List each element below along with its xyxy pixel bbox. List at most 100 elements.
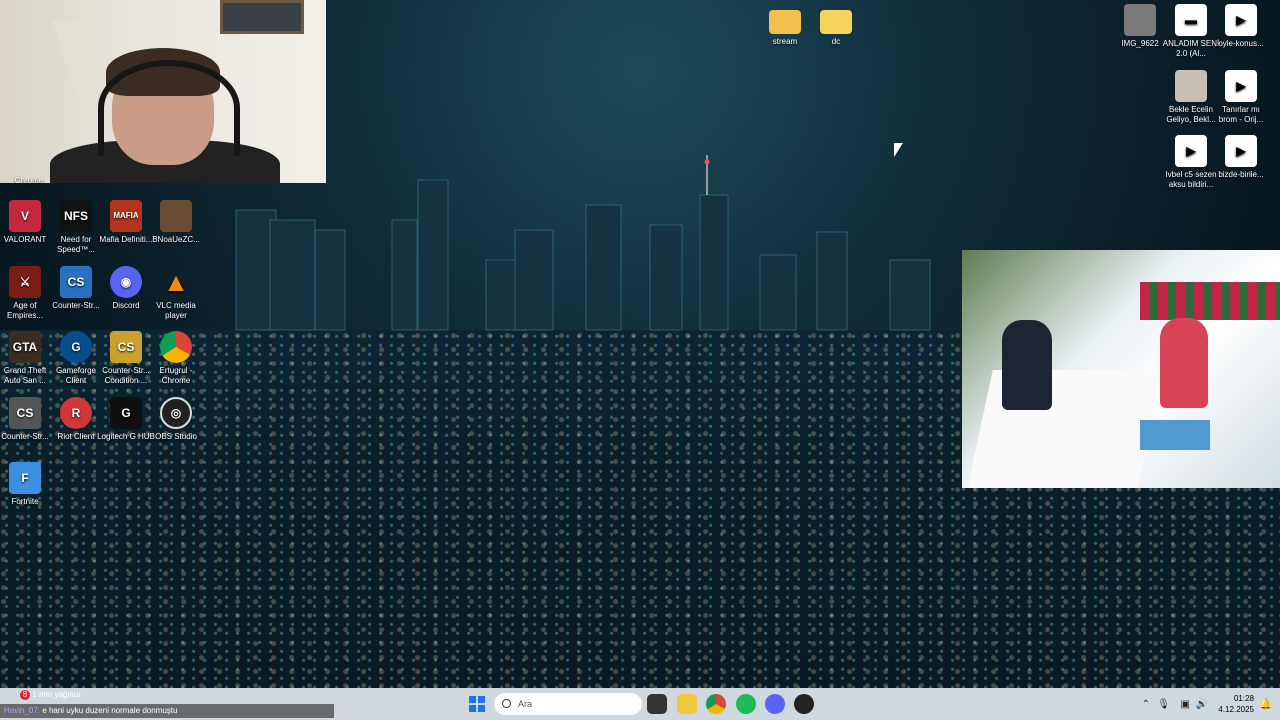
search-placeholder: Ara [518, 699, 533, 709]
riot-icon: R [60, 397, 92, 429]
start-button[interactable] [469, 696, 485, 712]
desktop-icon-ertugrul[interactable]: Ertugrul - Chrome [147, 331, 205, 386]
discord-icon: ◉ [110, 266, 142, 298]
desktop-folder-dc[interactable]: dc [807, 6, 865, 47]
desktop-icon-aoe[interactable]: ⚔ Age of Empires... [0, 266, 54, 321]
chevron-up-icon[interactable]: ⌃ [1142, 699, 1150, 710]
folder-icon [769, 10, 801, 34]
desktop-icon-gta[interactable]: GTA Grand Theft Auto San ... [0, 331, 54, 386]
desktop-folder-stream[interactable]: stream [756, 6, 814, 47]
counter-strike-icon: CS [9, 397, 41, 429]
network-icon[interactable]: ▣ [1181, 699, 1190, 710]
clock[interactable]: 01:28 4.12.2025 [1218, 693, 1254, 715]
folder-icon [820, 10, 852, 34]
blue-chair [1140, 420, 1210, 450]
fortnite-icon: F [9, 462, 41, 494]
desktop-icon-label: Gameforge Client [55, 366, 97, 385]
desktop-icon-label: VLC media player [156, 301, 196, 320]
obs-icon: ◎ [160, 397, 192, 429]
desktop-icon-label: VALORANT [3, 235, 47, 244]
desktop-icon-label: OBS Studio [155, 432, 197, 441]
desktop-icon-label: Ivbel c5 sezen aksu bildiri... [1165, 170, 1217, 189]
counter-strike-icon: CS [60, 266, 92, 298]
desktop-icon-bnoa[interactable]: BNoaUeZC... [147, 200, 205, 245]
wall-frame [220, 0, 304, 34]
mafia-icon: MAFIA [110, 200, 142, 232]
desktop-icon-obs[interactable]: ◎ OBS Studio [147, 397, 205, 442]
desktop-icon-label: stream [772, 37, 798, 46]
obs-taskbar-icon[interactable] [794, 694, 814, 714]
person-right [1160, 318, 1208, 408]
chat-username: Havin_07: [4, 706, 41, 715]
task-view-icon[interactable] [647, 694, 667, 714]
desktop-icon-fortnite[interactable]: F Fortnite [0, 462, 54, 507]
taskbar-search[interactable]: Ara [494, 693, 642, 715]
valorant-icon: V [9, 200, 41, 232]
desktop-icon-valorant[interactable]: V VALORANT [0, 200, 54, 245]
play-file-icon: ▶ [1225, 70, 1257, 102]
desktop-icon-label: IMG_9622 [1121, 39, 1159, 48]
weather-text: 1 mm yağmur [32, 690, 82, 699]
desktop-icon-label: Counter-Str... [1, 432, 49, 441]
windows-logo-icon [469, 696, 476, 703]
image-file-icon [1175, 70, 1207, 102]
notification-badge: 8 [20, 690, 30, 700]
gta-icon: GTA [9, 331, 41, 363]
desktop-icon-label: Chrome [14, 176, 44, 185]
mouse-cursor-icon [894, 143, 903, 157]
play-file-icon: ▶ [1225, 135, 1257, 167]
chat-message: e hani uyku duzeni normale donmuştu [42, 706, 178, 715]
headset [98, 60, 240, 156]
microphone-icon[interactable]: 🎙 [1157, 699, 1170, 710]
chrome-taskbar-icon[interactable] [706, 694, 726, 714]
clock-time: 01:28 [1233, 694, 1254, 703]
photo-overlay [962, 250, 1280, 488]
desktop-icon-label: Discord [112, 301, 140, 310]
flower-boxes [1140, 282, 1280, 320]
desktop-icon-img-9622[interactable]: IMG_9622 [1111, 4, 1169, 49]
notification-icon[interactable]: 🔔 [1260, 699, 1272, 710]
desktop-icon-label: Need for Speed™... [57, 235, 95, 254]
desktop-icon-label: bizde-birile... [1218, 170, 1264, 179]
search-icon [502, 699, 511, 708]
desktop-icon-label: dc [831, 37, 841, 46]
image-file-icon [160, 200, 192, 232]
desktop-icon-tanirlar-mi[interactable]: ▶ Tanırlar mı brom - Orij... [1212, 70, 1270, 125]
logitech-icon: G [110, 397, 142, 429]
desktop-icon-label: Age of Empires... [6, 301, 43, 320]
clock-date: 4.12.2025 [1218, 705, 1254, 714]
discord-taskbar-icon[interactable] [765, 694, 785, 714]
desktop-icon-vlc[interactable]: ▲ VLC media player [147, 266, 205, 321]
person-left [1002, 320, 1052, 410]
dining-table [967, 370, 1163, 488]
desktop-icon-label: Riot Client [57, 432, 95, 441]
chat-overlay: 8 1 mm yağmur Havin_07: e hani uyku duze… [0, 690, 334, 720]
play-file-icon: ▶ [1175, 135, 1207, 167]
chrome-icon [160, 331, 192, 363]
desktop-icon-label: Mafia Definiti... [99, 235, 153, 244]
file-explorer-icon[interactable] [677, 694, 697, 714]
video-file-icon: ▬ [1175, 4, 1207, 36]
desktop-icon-cs2[interactable]: CS Counter-Str... [0, 397, 54, 442]
nfs-icon: NFS [60, 200, 92, 232]
desktop-icon-label: Counter-Str... [52, 301, 100, 310]
gameforge-icon: G [60, 331, 92, 363]
desktop-icon-label: Grand Theft Auto San ... [3, 366, 47, 385]
desktop-icon-label: Counter-Str... Condition ... [102, 366, 150, 385]
chat-message-row: Havin_07: e hani uyku duzeni normale don… [0, 704, 334, 718]
play-file-icon: ▶ [1225, 4, 1257, 36]
desktop-icon-label: Bekle Ecelin Geliyo, Bekl... [1166, 105, 1216, 124]
pennant [52, 20, 104, 100]
desktop-icon-label: Ertugrul - Chrome [159, 366, 193, 385]
aoe-icon: ⚔ [9, 266, 41, 298]
desktop-icon-label: oyle-konus... [1218, 39, 1264, 48]
counter-strike-icon: CS [110, 331, 142, 363]
desktop-icon-label: Fortnite [11, 497, 39, 506]
desktop-icon-label: BNoaUeZC... [152, 235, 200, 244]
desktop-icon-chrome[interactable]: Chrome [0, 176, 58, 186]
volume-icon[interactable]: 🔊 [1196, 699, 1208, 710]
vlc-cone-icon: ▲ [163, 267, 189, 297]
desktop-icon-oyle-konus[interactable]: ▶ oyle-konus... [1212, 4, 1270, 49]
desktop-icon-bizde-birile[interactable]: ▶ bizde-birile... [1212, 135, 1270, 180]
spotify-icon[interactable] [736, 694, 756, 714]
